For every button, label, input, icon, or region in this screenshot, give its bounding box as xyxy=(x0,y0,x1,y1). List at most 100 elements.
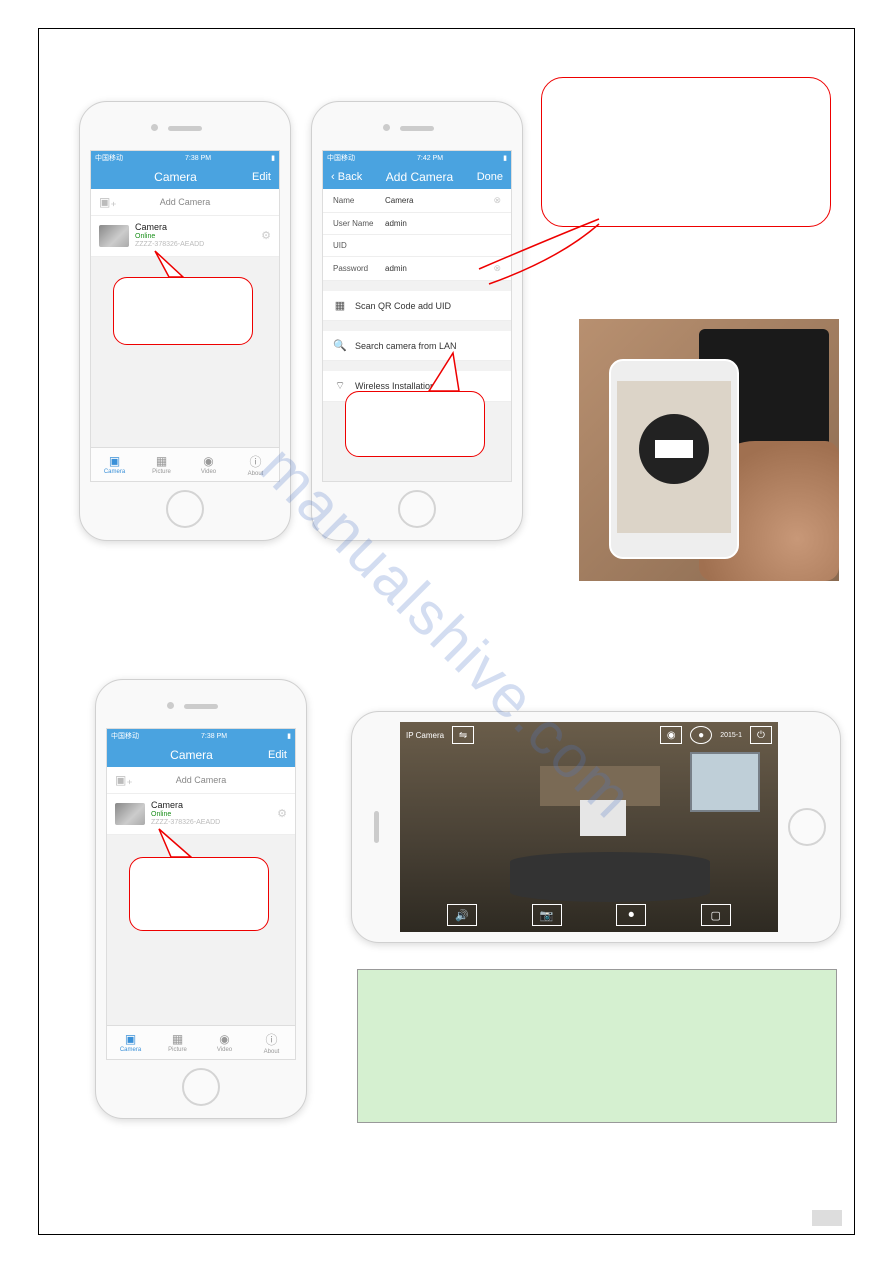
tab-video[interactable]: ◉Video xyxy=(201,1026,248,1059)
edit-button[interactable]: Edit xyxy=(268,749,287,761)
camera-uid: ZZZZ-378326-AEADD xyxy=(135,241,261,249)
tab-camera[interactable]: ▣Camera xyxy=(107,1026,154,1059)
username-label: User Name xyxy=(333,219,385,228)
phone-camera-dot xyxy=(167,702,174,709)
tab-about[interactable]: ⓘAbout xyxy=(248,1026,295,1059)
camera-status: Online xyxy=(151,811,277,819)
phone-live-view: IP Camera ⇋ ◉ ● 2015-1 ⏻ 🔊 📷 ⏺ ▢ xyxy=(351,711,841,943)
camera-name: Camera xyxy=(151,800,277,811)
back-button[interactable]: ‹ Back xyxy=(331,171,362,183)
camera-icon: ▣ xyxy=(109,454,120,468)
scan-qr-button[interactable]: ▦ Scan QR Code add UID xyxy=(323,291,511,321)
password-input[interactable]: admin xyxy=(385,264,493,273)
camera-ball xyxy=(639,414,709,484)
camera-plus-icon: ▣₊ xyxy=(115,773,133,787)
search-icon: 🔍 xyxy=(333,339,347,352)
power-icon[interactable]: ⏻ xyxy=(750,726,772,744)
gear-icon[interactable]: ⚙ xyxy=(261,229,271,242)
callout-bubble-small-3 xyxy=(129,857,269,931)
camera-thumbnail xyxy=(115,803,145,825)
uid-field-row[interactable]: UID xyxy=(323,235,511,257)
speaker-icon[interactable]: 🔊 xyxy=(447,904,477,926)
tab-picture[interactable]: ▦Picture xyxy=(138,448,185,481)
add-camera-button[interactable]: ▣₊ Add Camera xyxy=(107,767,295,794)
nav-title: Add Camera xyxy=(362,170,477,184)
edit-button[interactable]: Edit xyxy=(252,171,271,183)
live-view-screen: IP Camera ⇋ ◉ ● 2015-1 ⏻ 🔊 📷 ⏺ ▢ xyxy=(400,722,778,932)
callout-bubble-small-2 xyxy=(345,391,485,457)
tab-about[interactable]: ⓘAbout xyxy=(232,448,279,481)
callout-bubble-small-1 xyxy=(113,277,253,345)
clear-icon[interactable]: ⊗ xyxy=(493,263,501,274)
phone-speaker xyxy=(400,126,434,131)
room-box xyxy=(580,800,626,836)
status-bar: 中国移动 ⁠ 7:38 PM ▮ xyxy=(107,729,295,743)
video-icon: ◉ xyxy=(203,454,213,468)
tab-camera[interactable]: ▣Camera xyxy=(91,448,138,481)
video-icon: ◉ xyxy=(219,1032,229,1046)
wifi-icon: ⌔ xyxy=(333,379,347,393)
search-lan-button[interactable]: 🔍 Search camera from LAN xyxy=(323,331,511,361)
preset-icon[interactable]: ▢ xyxy=(701,904,731,926)
home-button[interactable] xyxy=(166,490,204,528)
add-camera-button[interactable]: ▣₊ Add Camera xyxy=(91,189,279,216)
phone-speaker xyxy=(184,704,218,709)
search-lan-label: Search camera from LAN xyxy=(355,341,457,351)
uid-label: UID xyxy=(333,241,385,250)
nav-bar: Camera Edit xyxy=(91,165,279,189)
home-button[interactable] xyxy=(788,808,826,846)
clock-text: 7:42 PM xyxy=(417,155,443,162)
phone-add-camera: 中国移动 ⁠ 7:42 PM ▮ ‹ Back Add Camera Done … xyxy=(311,101,523,541)
qr-icon: ▦ xyxy=(333,299,347,312)
live-timestamp: 2015-1 xyxy=(720,732,742,739)
tab-bar: ▣Camera ▦Picture ◉Video ⓘAbout xyxy=(91,447,279,481)
carrier-text: 中国移动 ⁠ xyxy=(95,153,125,163)
live-title: IP Camera xyxy=(406,731,444,740)
picture-icon: ▦ xyxy=(172,1032,183,1046)
nav-bar: Camera Edit xyxy=(107,743,295,767)
carrier-text: 中国移动 ⁠ xyxy=(111,731,141,741)
page-frame: manualshive.com 中国移动 ⁠ 7:38 PM ▮ Camera … xyxy=(38,28,855,1235)
name-label: Name xyxy=(333,196,385,205)
camera-list-item[interactable]: Camera Online ZZZZ-378326-AEADD ⚙ xyxy=(107,794,295,835)
home-button[interactable] xyxy=(398,490,436,528)
camera-icon: ▣ xyxy=(125,1032,136,1046)
home-button[interactable] xyxy=(182,1068,220,1106)
picture-icon: ▦ xyxy=(156,454,167,468)
live-top-bar: IP Camera ⇋ ◉ ● 2015-1 ⏻ xyxy=(400,726,778,744)
qr-scan-photo xyxy=(579,319,839,581)
clock-text: 7:38 PM xyxy=(185,155,211,162)
snapshot-icon[interactable]: 📷 xyxy=(532,904,562,926)
qr-label xyxy=(655,440,693,458)
camera-status: Online xyxy=(135,233,261,241)
camera-uid: ZZZZ-378326-AEADD xyxy=(151,819,277,827)
battery-icon: ▮ xyxy=(287,732,291,740)
scanning-phone xyxy=(609,359,739,559)
resolution-icon[interactable]: ◉ xyxy=(660,726,682,744)
clock-text: 7:38 PM xyxy=(201,733,227,740)
username-input[interactable]: admin xyxy=(385,219,501,228)
ir-icon[interactable]: ● xyxy=(690,726,712,744)
password-field-row[interactable]: Password admin ⊗ xyxy=(323,257,511,281)
info-icon: ⓘ xyxy=(249,453,261,470)
battery-icon: ▮ xyxy=(503,154,507,162)
nav-title: Camera xyxy=(99,170,252,184)
info-icon: ⓘ xyxy=(265,1031,277,1048)
username-field-row[interactable]: User Name admin xyxy=(323,213,511,235)
phone-camera-dot xyxy=(151,124,158,131)
tab-video[interactable]: ◉Video xyxy=(185,448,232,481)
clear-icon[interactable]: ⊗ xyxy=(493,195,501,206)
live-bottom-bar: 🔊 📷 ⏺ ▢ xyxy=(400,904,778,926)
camera-list-item[interactable]: Camera Online ZZZZ-378326-AEADD ⚙ xyxy=(91,216,279,257)
room-desk xyxy=(510,852,710,902)
room-window xyxy=(690,752,760,812)
tab-picture[interactable]: ▦Picture xyxy=(154,1026,201,1059)
record-icon[interactable]: ⏺ xyxy=(616,904,646,926)
name-input[interactable]: Camera xyxy=(385,196,493,205)
mirror-icon[interactable]: ⇋ xyxy=(452,726,474,744)
name-field-row[interactable]: Name Camera ⊗ xyxy=(323,189,511,213)
phone-speaker xyxy=(374,811,379,843)
gear-icon[interactable]: ⚙ xyxy=(277,807,287,820)
note-box xyxy=(357,969,837,1123)
done-button[interactable]: Done xyxy=(477,171,503,183)
